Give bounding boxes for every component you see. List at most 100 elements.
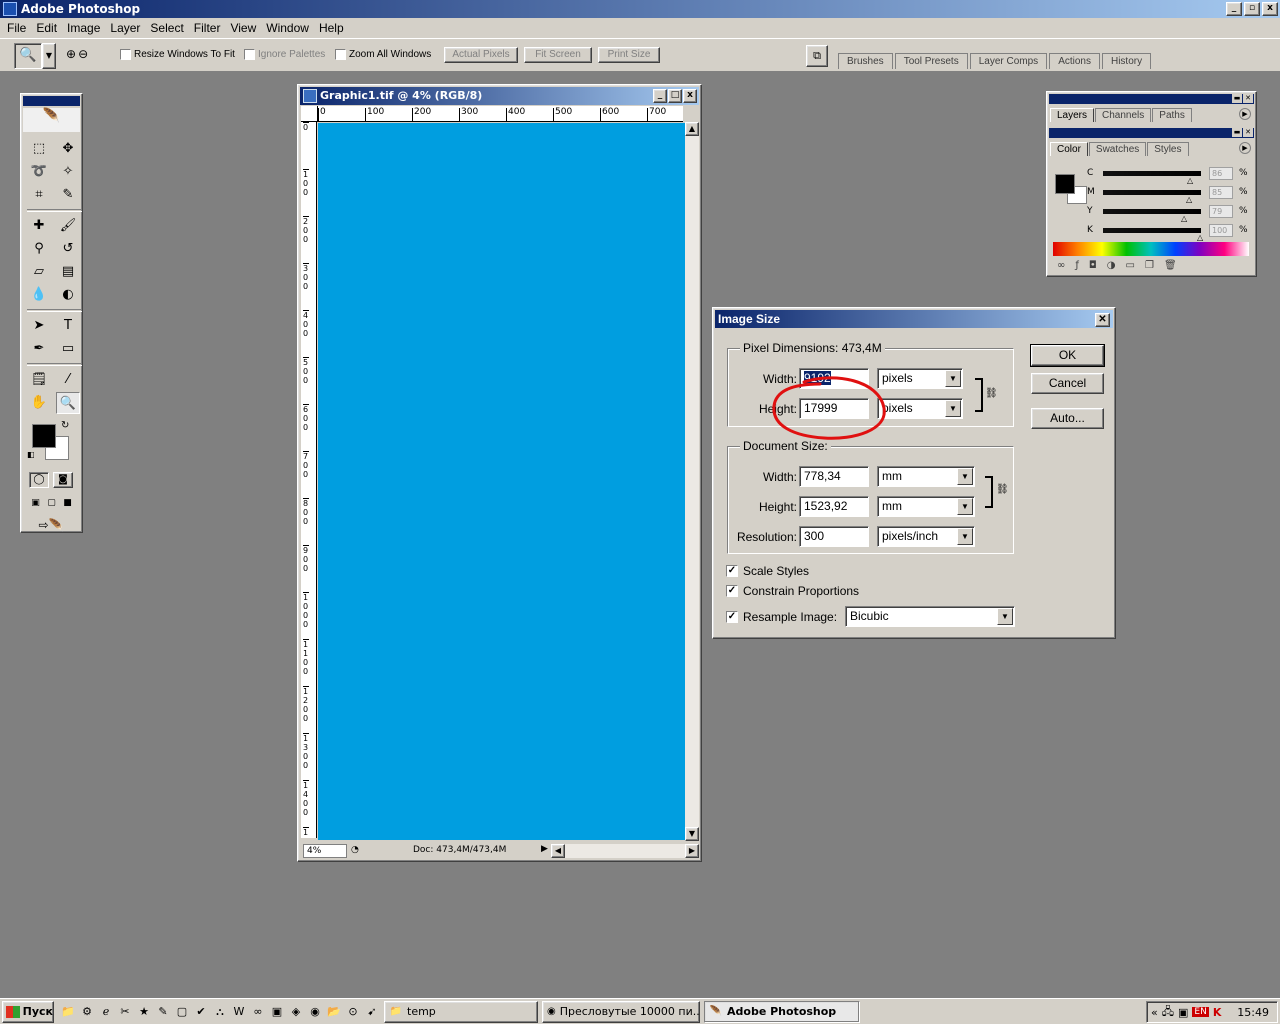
print-size-button[interactable]: Print Size	[598, 47, 660, 63]
tab-layer-comps[interactable]: Layer Comps	[969, 53, 1048, 69]
tab-tool-presets[interactable]: Tool Presets	[894, 53, 968, 69]
magic-wand-icon[interactable]: ✧	[56, 161, 80, 183]
eraser-icon[interactable]: ▱	[27, 261, 51, 283]
crop-icon[interactable]: ⌗	[27, 184, 51, 206]
trash-icon[interactable]: 🗑	[1164, 260, 1177, 274]
notes-icon[interactable]: 🗒	[27, 369, 51, 391]
app-title-bar[interactable]: Adobe Photoshop _ ▫ x	[0, 0, 1280, 18]
color-palette-title-bar[interactable]: ▬ ✕	[1049, 128, 1254, 138]
hand-icon[interactable]: ✋	[27, 392, 51, 414]
default-colors-icon[interactable]: ◧	[27, 450, 35, 459]
blur-icon[interactable]: 💧	[27, 284, 51, 306]
magenta-value[interactable]: 85	[1209, 185, 1233, 199]
standard-mode-icon[interactable]: ◯	[29, 472, 49, 488]
restore-button[interactable]: ▫	[1244, 2, 1260, 16]
brush-icon[interactable]: 🖌	[56, 215, 80, 237]
tab-layers[interactable]: Layers	[1050, 108, 1095, 122]
chevron-down-icon[interactable]: ▼	[42, 43, 56, 69]
app-icon[interactable]: ➹	[364, 1004, 380, 1020]
ie-icon[interactable]: ℯ	[98, 1004, 114, 1020]
app-icon[interactable]: ⊙	[345, 1004, 361, 1020]
magenta-slider-row[interactable]: M △ 85 %	[1087, 185, 1280, 204]
language-indicator[interactable]: EN	[1192, 1007, 1209, 1017]
clone-stamp-icon[interactable]: ⚲	[27, 238, 51, 260]
auto-button[interactable]: Auto...	[1031, 408, 1104, 429]
app-icon[interactable]: ⚙	[79, 1004, 95, 1020]
scroll-down-icon[interactable]: ▼	[685, 827, 699, 841]
menu-help[interactable]: Help	[314, 21, 349, 35]
network-icon[interactable]: 🖧	[1162, 1003, 1174, 1022]
resample-image-checkbox[interactable]: ✓ Resample Image:	[726, 610, 837, 624]
type-icon[interactable]: T	[56, 315, 80, 337]
menu-view[interactable]: View	[225, 21, 261, 35]
scroll-right-icon[interactable]: ▶	[685, 844, 699, 858]
cyan-slider-row[interactable]: C △ 86 %	[1087, 166, 1280, 185]
swap-colors-icon[interactable]: ↻	[61, 420, 69, 431]
toolbox-title-bar[interactable]	[23, 96, 80, 106]
feather-logo-icon[interactable]: 🪶	[23, 108, 80, 132]
resolution-unit-select[interactable]: pixels/inch ▼	[877, 526, 975, 547]
chevron-down-icon[interactable]: ▼	[945, 400, 961, 417]
dialog-title-bar[interactable]: Image Size ✕	[715, 310, 1113, 328]
chevron-down-icon[interactable]: ▼	[957, 498, 973, 515]
resize-windows-checkbox[interactable]: Resize Windows To Fit	[120, 49, 235, 60]
menu-file[interactable]: File	[2, 21, 31, 35]
horizontal-scrollbar[interactable]: ◀ ▶	[551, 844, 699, 858]
shape-icon[interactable]: ▭	[56, 338, 80, 360]
zoom-all-windows-checkbox[interactable]: Zoom All Windows	[335, 49, 431, 60]
tab-paths[interactable]: Paths	[1152, 108, 1192, 122]
antivirus-icon[interactable]: K	[1213, 1006, 1222, 1019]
cyan-value[interactable]: 86	[1209, 166, 1233, 180]
palette-menu-icon[interactable]: ▶	[1239, 142, 1251, 154]
new-layer-icon[interactable]: ❐	[1145, 260, 1154, 274]
tab-channels[interactable]: Channels	[1095, 108, 1152, 122]
gradient-icon[interactable]: ▤	[56, 261, 80, 283]
layer-mask-icon[interactable]: ◘	[1089, 260, 1097, 274]
tab-history[interactable]: History	[1101, 53, 1152, 69]
doc-height-unit-select[interactable]: mm ▼	[877, 496, 975, 517]
black-slider-row[interactable]: K △ 100 %	[1087, 223, 1280, 242]
minimize-button[interactable]: _	[1226, 2, 1242, 16]
menu-filter[interactable]: Filter	[189, 21, 226, 35]
marquee-icon[interactable]: ⬚	[27, 138, 51, 160]
clock[interactable]: 15:49	[1237, 1006, 1269, 1019]
eyedropper-icon[interactable]: ⁄	[56, 369, 80, 391]
palette-minimize-button[interactable]: ▬	[1232, 94, 1242, 103]
vertical-scrollbar[interactable]: ▲ ▼	[685, 122, 699, 841]
folder-icon[interactable]: 📂	[326, 1004, 342, 1020]
adjustment-layer-icon[interactable]: ◑	[1107, 260, 1116, 274]
menu-layer[interactable]: Layer	[105, 21, 145, 35]
palette-foreground-color[interactable]	[1055, 174, 1075, 194]
scale-styles-checkbox[interactable]: ✓ Scale Styles	[726, 564, 809, 578]
link-layers-icon[interactable]: ∞	[1057, 260, 1065, 274]
resolution-field[interactable]: 300	[799, 526, 869, 547]
folder-icon[interactable]: 📁	[60, 1004, 76, 1020]
actual-pixels-button[interactable]: Actual Pixels	[444, 47, 518, 63]
yellow-value[interactable]: 79	[1209, 204, 1233, 218]
menu-image[interactable]: Image	[62, 21, 105, 35]
tool-preset-picker[interactable]: 🔍 ▼	[14, 43, 56, 69]
doc-height-field[interactable]: 1523,92	[799, 496, 869, 517]
foreground-color[interactable]	[32, 424, 56, 448]
resample-method-select[interactable]: Bicubic ▼	[845, 606, 1015, 627]
ignore-palettes-checkbox[interactable]: Ignore Palettes	[244, 49, 325, 60]
tab-color[interactable]: Color	[1050, 142, 1088, 156]
app-icon[interactable]: ▢	[174, 1004, 190, 1020]
vertical-ruler[interactable]: 0 100 200 300 400 500 600 700 800 900 10…	[301, 122, 317, 838]
zoom-level-field[interactable]: 4%	[303, 844, 347, 858]
app-icon[interactable]: ✎	[155, 1004, 171, 1020]
scroll-up-icon[interactable]: ▲	[685, 122, 699, 136]
doc-width-field[interactable]: 778,34	[799, 466, 869, 487]
cancel-button[interactable]: Cancel	[1031, 373, 1104, 394]
task-temp[interactable]: 📁 temp	[384, 1000, 538, 1023]
screen-mode-standard-icon[interactable]: ▣	[29, 496, 42, 510]
tab-brushes[interactable]: Brushes	[838, 53, 893, 69]
chevron-down-icon[interactable]: ▼	[997, 608, 1013, 625]
doc-width-unit-select[interactable]: mm ▼	[877, 466, 975, 487]
doc-size-info[interactable]: Doc: 473,4M/473,4M	[413, 845, 506, 855]
slice-icon[interactable]: ✎	[56, 184, 80, 206]
yellow-slider-row[interactable]: Y △ 79 %	[1087, 204, 1280, 223]
black-slider[interactable]: △	[1103, 227, 1203, 242]
zoom-in-icon[interactable]: ⊕	[66, 47, 76, 61]
doc-close-button[interactable]: x	[683, 89, 697, 103]
